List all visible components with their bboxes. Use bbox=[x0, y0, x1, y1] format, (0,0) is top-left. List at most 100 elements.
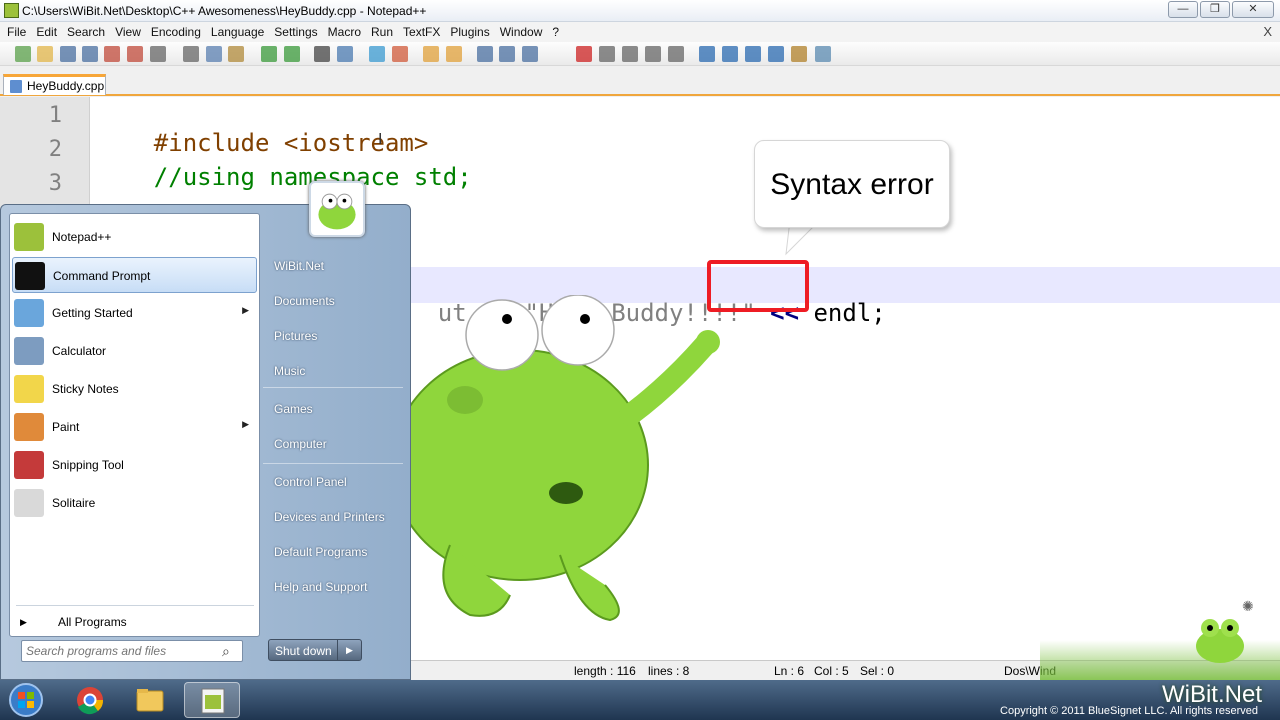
undo-icon[interactable] bbox=[261, 46, 277, 62]
save-icon[interactable] bbox=[60, 46, 76, 62]
status-col: Col : 5 bbox=[814, 664, 849, 678]
print-icon[interactable] bbox=[150, 46, 166, 62]
submenu-arrow-icon: ▶ bbox=[242, 305, 249, 315]
open-file-icon[interactable] bbox=[37, 46, 53, 62]
paste-icon[interactable] bbox=[228, 46, 244, 62]
start-place-computer[interactable]: Computer bbox=[274, 437, 327, 451]
taskbar-notepad-plus-plus[interactable] bbox=[184, 682, 240, 718]
start-search-box[interactable]: ⌕ bbox=[21, 640, 243, 662]
start-place-default-programs[interactable]: Default Programs bbox=[274, 545, 367, 559]
close-icon[interactable] bbox=[104, 46, 120, 62]
windows-start-orb-icon[interactable] bbox=[4, 682, 48, 718]
menu-run[interactable]: Run bbox=[366, 22, 398, 42]
start-program-snipping-tool[interactable]: Snipping Tool bbox=[12, 447, 257, 483]
text-cursor-icon: I bbox=[378, 131, 383, 148]
shutdown-button[interactable]: Shut down ▶ bbox=[268, 639, 362, 661]
frog-avatar-icon bbox=[318, 193, 356, 230]
start-program-getting-started[interactable]: Getting Started ▶ bbox=[12, 295, 257, 331]
indent-guide-icon[interactable] bbox=[522, 46, 538, 62]
show-all-chars-icon[interactable] bbox=[499, 46, 515, 62]
start-program-command-prompt[interactable]: Command Prompt bbox=[12, 257, 257, 293]
start-place-help-and-support[interactable]: Help and Support bbox=[274, 580, 367, 594]
start-place-control-panel[interactable]: Control Panel bbox=[274, 475, 347, 489]
start-place-devices-and-printers[interactable]: Devices and Printers bbox=[274, 510, 385, 524]
cut-icon[interactable] bbox=[183, 46, 199, 62]
all-programs-button[interactable]: ▶ All Programs bbox=[18, 613, 253, 635]
menu-help[interactable]: ? bbox=[547, 22, 564, 42]
command-prompt-icon bbox=[15, 262, 45, 290]
play-macro-icon[interactable] bbox=[622, 46, 638, 62]
notepad-plus-plus-icon bbox=[14, 223, 44, 251]
status-lines: lines : 8 bbox=[648, 664, 690, 678]
start-place-documents[interactable]: Documents bbox=[274, 294, 335, 308]
menu-encoding[interactable]: Encoding bbox=[146, 22, 206, 42]
taskbar-explorer[interactable] bbox=[122, 682, 178, 718]
program-label: Command Prompt bbox=[53, 269, 151, 283]
taskbar-chrome[interactable] bbox=[62, 682, 118, 718]
replace-icon[interactable] bbox=[337, 46, 353, 62]
textfx-2-icon[interactable] bbox=[722, 46, 738, 62]
start-place-pictures[interactable]: Pictures bbox=[274, 329, 317, 343]
find-icon[interactable] bbox=[314, 46, 330, 62]
start-program-notepad[interactable]: Notepad++ bbox=[12, 219, 257, 255]
status-sel: Sel : 0 bbox=[860, 664, 895, 678]
menu-plugins[interactable]: Plugins bbox=[445, 22, 494, 42]
sync-vertical-icon[interactable] bbox=[423, 46, 439, 62]
start-program-sticky-notes[interactable]: Sticky Notes bbox=[12, 371, 257, 407]
program-label: Calculator bbox=[52, 344, 107, 358]
start-program-solitaire[interactable]: Solitaire bbox=[12, 485, 257, 521]
new-file-icon[interactable] bbox=[15, 46, 31, 62]
sync-horizontal-icon[interactable] bbox=[446, 46, 462, 62]
program-label: Snipping Tool bbox=[52, 458, 124, 472]
menu-file[interactable]: File bbox=[2, 22, 31, 42]
record-macro-icon[interactable] bbox=[576, 46, 592, 62]
zoom-out-icon[interactable] bbox=[392, 46, 408, 62]
start-program-paint[interactable]: Paint ▶ bbox=[12, 409, 257, 445]
start-place-games[interactable]: Games bbox=[274, 402, 313, 416]
redo-icon[interactable] bbox=[284, 46, 300, 62]
run-macro-multiple-icon[interactable] bbox=[645, 46, 661, 62]
copy-icon[interactable] bbox=[206, 46, 222, 62]
menu-view[interactable]: View bbox=[110, 22, 146, 42]
notepad-plus-plus-icon bbox=[4, 3, 19, 18]
minimize-button[interactable]: — bbox=[1168, 1, 1198, 18]
window-title: C:\Users\WiBit.Net\Desktop\C++ Awesomene… bbox=[22, 4, 427, 18]
close-all-icon[interactable] bbox=[127, 46, 143, 62]
menu-settings[interactable]: Settings bbox=[269, 22, 322, 42]
save-macro-icon[interactable] bbox=[668, 46, 684, 62]
line-number: 1 bbox=[48, 103, 62, 128]
user-avatar[interactable] bbox=[309, 181, 365, 237]
menu-edit[interactable]: Edit bbox=[31, 22, 62, 42]
search-input[interactable] bbox=[26, 643, 214, 659]
close-document-button[interactable]: X bbox=[1263, 24, 1272, 39]
paint-icon bbox=[14, 413, 44, 441]
maximize-button[interactable]: ❐ bbox=[1200, 1, 1230, 18]
divider bbox=[263, 463, 403, 464]
program-label: Paint bbox=[52, 420, 80, 434]
tab-heybuddy-cpp[interactable]: HeyBuddy.cpp bbox=[3, 74, 106, 95]
menu-search[interactable]: Search bbox=[62, 22, 110, 42]
triangle-right-icon: ▶ bbox=[20, 617, 27, 627]
menu-textfx[interactable]: TextFX bbox=[398, 22, 445, 42]
textfx-3-icon[interactable] bbox=[745, 46, 761, 62]
menu-macro[interactable]: Macro bbox=[323, 22, 366, 42]
frog-mascot-icon bbox=[390, 295, 720, 622]
menu-language[interactable]: Language bbox=[206, 22, 269, 42]
start-program-calculator[interactable]: Calculator bbox=[12, 333, 257, 369]
shutdown-label: Shut down bbox=[275, 644, 332, 658]
textfx-1-icon[interactable] bbox=[699, 46, 715, 62]
start-place-wibit-net[interactable]: WiBit.Net bbox=[274, 259, 324, 273]
close-button[interactable]: ✕ bbox=[1232, 1, 1274, 18]
textfx-4-icon[interactable] bbox=[768, 46, 784, 62]
calculator-icon bbox=[14, 337, 44, 365]
callout-text: Syntax error bbox=[770, 168, 934, 201]
save-all-icon[interactable] bbox=[82, 46, 98, 62]
shutdown-options-arrow-icon[interactable]: ▶ bbox=[337, 640, 361, 660]
spell-check-icon[interactable] bbox=[815, 46, 831, 62]
start-place-music[interactable]: Music bbox=[274, 364, 305, 378]
textfx-5-icon[interactable] bbox=[791, 46, 807, 62]
zoom-in-icon[interactable] bbox=[369, 46, 385, 62]
menu-window[interactable]: Window bbox=[495, 22, 548, 42]
stop-macro-icon[interactable] bbox=[599, 46, 615, 62]
word-wrap-icon[interactable] bbox=[477, 46, 493, 62]
